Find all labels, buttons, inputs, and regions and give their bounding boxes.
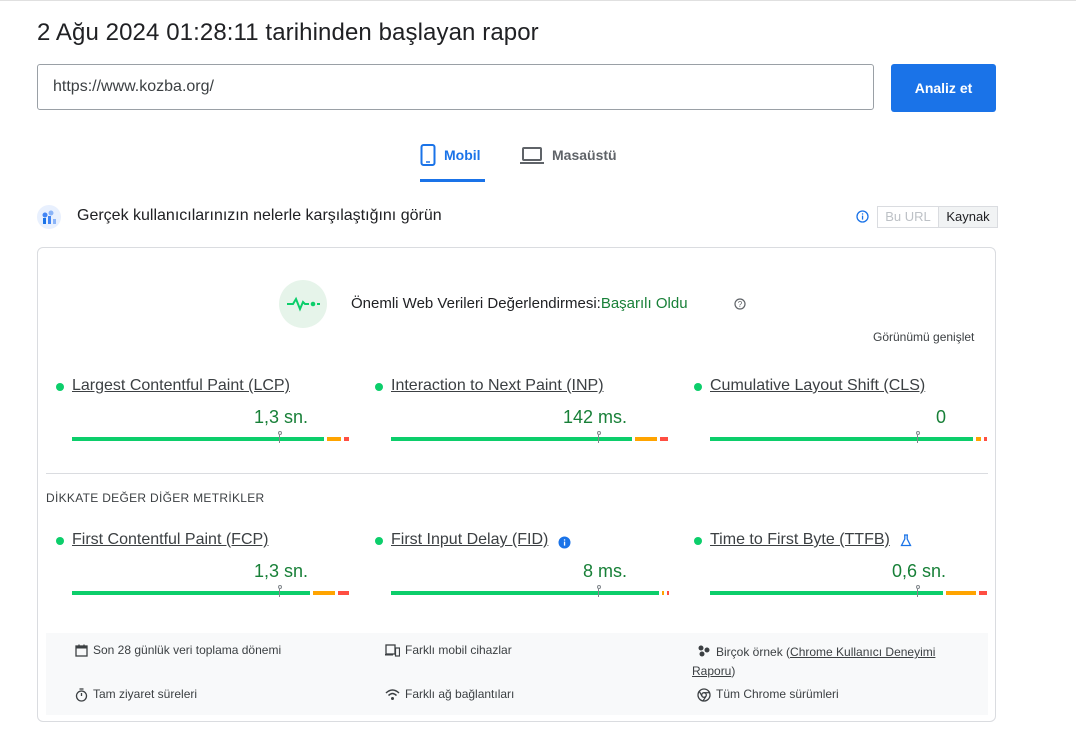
- other-metrics-title: DİKKATE DEĞER DİĞER METRİKLER: [46, 491, 265, 505]
- footer-visit-durations-text: Tam ziyaret süreleri: [93, 687, 198, 701]
- expand-view-link[interactable]: Görünümü genişlet: [873, 330, 974, 344]
- distribution-segment-good: [72, 591, 310, 595]
- distribution-bar: [72, 431, 349, 443]
- distribution-segment-good: [710, 591, 943, 595]
- metric-ttfb: Time to First Byte (TTFB) 0,6 sn.: [694, 531, 987, 601]
- distribution-segment-needs-improvement: [976, 437, 981, 441]
- metric-cls: Cumulative Layout Shift (CLS) 0: [694, 377, 987, 447]
- tab-mobile[interactable]: Mobil: [420, 141, 485, 182]
- distribution-bar: [72, 585, 349, 597]
- help-icon[interactable]: ?: [734, 297, 746, 315]
- crux-section-title: Gerçek kullanıcılarınızın nelerle karşıl…: [77, 207, 442, 224]
- metric-value: 8 ms.: [582, 561, 627, 581]
- footer-visit-durations: Tam ziyaret süreleri: [75, 687, 197, 705]
- url-origin-toggle: Bu URL Kaynak: [877, 206, 998, 228]
- svg-text:?: ?: [738, 300, 743, 309]
- distribution-bar: [710, 431, 987, 443]
- distribution-bar: [391, 585, 669, 597]
- distribution-segment-poor: [344, 437, 349, 441]
- metric-value: 0,6 sn.: [891, 561, 946, 581]
- status-dot: [56, 537, 64, 545]
- footer-chrome-versions-text: Tüm Chrome sürümleri: [716, 687, 839, 701]
- footer-samples-prefix: Birçok örnek (: [716, 645, 791, 659]
- footer-period: Son 28 günlük veri toplama dönemi: [75, 643, 281, 660]
- distribution-segment-needs-improvement: [946, 591, 976, 595]
- status-dot: [56, 383, 64, 391]
- distribution-segment-poor: [660, 437, 668, 441]
- metric-inp: Interaction to Next Paint (INP) 142 ms.: [375, 377, 668, 447]
- info-icon[interactable]: [558, 536, 571, 554]
- metric-lcp: Largest Contentful Paint (LCP) 1,3 sn.: [56, 377, 349, 447]
- chrome-icon: [697, 687, 711, 705]
- p75-marker: [597, 431, 601, 443]
- distribution-segment-poor: [984, 437, 987, 441]
- distribution-segment-poor: [667, 591, 669, 595]
- footer-period-text: Son 28 günlük veri toplama dönemi: [93, 643, 282, 657]
- footer-devices: Farklı mobil cihazlar: [385, 643, 512, 660]
- distribution-segment-needs-improvement: [327, 437, 341, 441]
- metric-fcp: First Contentful Paint (FCP) 1,3 sn.: [56, 531, 349, 601]
- section-divider: [46, 473, 988, 474]
- p75-marker: [278, 431, 282, 443]
- status-dot: [694, 537, 702, 545]
- top-divider: [0, 0, 1076, 1]
- distribution-segment-good: [391, 591, 659, 595]
- distribution-segment-good: [72, 437, 324, 441]
- metric-name[interactable]: Interaction to Next Paint (INP): [391, 377, 604, 395]
- cwv-assessment-result: Başarılı Oldu: [600, 295, 688, 312]
- footer-devices-text: Farklı mobil cihazlar: [405, 643, 512, 657]
- footer-networks: Farklı ağ bağlantıları: [385, 687, 514, 704]
- distribution-segment-needs-improvement: [662, 591, 664, 595]
- metric-name[interactable]: Time to First Byte (TTFB): [710, 531, 890, 549]
- status-dot: [375, 383, 383, 391]
- status-dot: [694, 383, 702, 391]
- metric-name[interactable]: Largest Contentful Paint (LCP): [72, 377, 290, 395]
- experimental-flask-icon: [900, 534, 912, 552]
- smartphone-icon: [420, 144, 436, 166]
- metric-value: 1,3 sn.: [253, 407, 308, 427]
- cwv-assessment-label: Önemli Web Verileri Değerlendirmesi:: [351, 295, 601, 312]
- analyze-button[interactable]: Analiz et: [891, 64, 996, 112]
- tab-desktop[interactable]: Masaüstü: [520, 141, 617, 179]
- p75-marker: [916, 431, 920, 443]
- url-input[interactable]: https://www.kozba.org/: [37, 64, 874, 110]
- metric-name[interactable]: First Input Delay (FID): [391, 531, 548, 549]
- distribution-segment-poor: [338, 591, 349, 595]
- metric-fid: First Input Delay (FID) 8 ms.: [375, 531, 669, 601]
- footer-chrome-versions: Tüm Chrome sürümleri: [697, 687, 839, 705]
- metric-value: 1,3 sn.: [253, 561, 308, 581]
- metric-name[interactable]: Cumulative Layout Shift (CLS): [710, 377, 925, 395]
- distribution-segment-needs-improvement: [635, 437, 657, 441]
- distribution-segment-good: [710, 437, 973, 441]
- laptop-icon: [520, 147, 544, 165]
- distribution-segment-good: [391, 437, 632, 441]
- status-dot: [375, 537, 383, 545]
- wifi-icon: [385, 687, 400, 704]
- tab-desktop-label: Masaüstü: [552, 147, 617, 163]
- stopwatch-icon: [75, 687, 88, 705]
- footer-networks-text: Farklı ağ bağlantıları: [405, 687, 515, 701]
- metric-name[interactable]: First Contentful Paint (FCP): [72, 531, 269, 549]
- distribution-segment-poor: [979, 591, 987, 595]
- tab-mobile-label: Mobil: [444, 147, 481, 163]
- devices-icon: [385, 643, 401, 660]
- p75-marker: [278, 585, 282, 597]
- cwv-assessment: Önemli Web Verileri Değerlendirmesi:Başa…: [351, 295, 688, 312]
- footer-samples-text: Birçok örnek (Chrome Kullanıcı Deneyimi …: [692, 643, 962, 681]
- distribution-bar: [391, 431, 668, 443]
- info-icon[interactable]: [856, 210, 869, 223]
- toggle-this-url[interactable]: Bu URL: [878, 207, 938, 227]
- p75-marker: [916, 585, 920, 597]
- toggle-origin[interactable]: Kaynak: [938, 207, 997, 227]
- distribution-bar: [710, 585, 987, 597]
- p75-marker: [597, 585, 601, 597]
- metric-value: 142 ms.: [562, 407, 627, 427]
- distribution-segment-needs-improvement: [313, 591, 335, 595]
- report-title: 2 Ağu 2024 01:28:11 tarihinden başlayan …: [37, 19, 539, 46]
- crux-users-icon: [37, 205, 61, 229]
- metric-value: 0: [935, 407, 946, 427]
- calendar-icon: [75, 643, 88, 660]
- cwv-pulse-icon: [279, 280, 327, 328]
- footer-samples-suffix: ): [731, 664, 736, 678]
